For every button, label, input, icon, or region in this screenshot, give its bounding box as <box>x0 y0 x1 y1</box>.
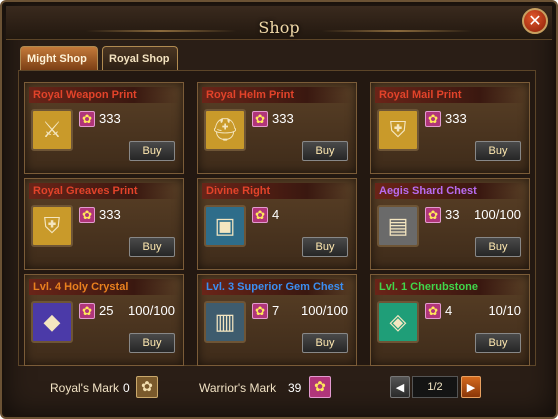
item-card: Lvl. 4 Holy Crystal ◆ ✿ 25 100/100 Buy <box>24 274 184 366</box>
warriors-mark-label: Warrior's Mark <box>199 381 277 395</box>
green-gem-icon[interactable]: ◈ <box>377 301 419 343</box>
item-name: Aegis Shard Chest <box>375 183 525 199</box>
warriors-mark-icon: ✿ <box>425 111 441 127</box>
item-stock: 100/100 <box>128 303 175 318</box>
royals-mark-value: 0 <box>123 381 130 395</box>
treasure-chest-icon[interactable]: ▣ <box>204 205 246 247</box>
warriors-mark-icon: ✿ <box>309 376 331 398</box>
warriors-mark-value: 39 <box>288 381 302 395</box>
item-card: Royal Helm Print ⛑ ✿ 333 Buy <box>197 82 357 174</box>
royals-mark-icon: ✿ <box>136 376 158 398</box>
tab-royal-shop[interactable]: Royal Shop <box>102 46 178 70</box>
warriors-mark-icon: ✿ <box>252 303 268 319</box>
item-card: Aegis Shard Chest ▤ ✿ 33 100/100 Buy <box>370 178 530 270</box>
item-name: Divine Right <box>202 183 352 199</box>
purple-crystal-icon[interactable]: ◆ <box>31 301 73 343</box>
page-indicator: 1/2 <box>412 376 458 398</box>
item-name: Lvl. 4 Holy Crystal <box>29 279 179 295</box>
item-cost: 333 <box>445 111 467 126</box>
item-name: Lvl. 3 Superior Gem Chest <box>202 279 352 295</box>
item-cost: 25 <box>99 303 114 318</box>
silver-chest-icon[interactable]: ▤ <box>377 205 419 247</box>
item-name: Royal Weapon Print <box>29 87 179 103</box>
item-stock: 10/10 <box>488 303 521 318</box>
buy-button[interactable]: Buy <box>302 141 348 161</box>
warriors-mark-icon: ✿ <box>79 111 95 127</box>
tab-might-shop[interactable]: Might Shop <box>20 46 98 70</box>
item-name: Lvl. 1 Cherubstone <box>375 279 525 295</box>
item-cost: 33 <box>445 207 460 222</box>
item-name: Royal Helm Print <box>202 87 352 103</box>
item-name: Royal Mail Print <box>375 87 525 103</box>
royals-mark-label: Royal's Mark <box>50 381 119 395</box>
item-cost: 4 <box>272 207 280 222</box>
close-icon: ✕ <box>528 11 542 30</box>
item-cost: 333 <box>99 111 121 126</box>
item-card: Lvl. 1 Cherubstone ◈ ✿ 4 10/10 Buy <box>370 274 530 366</box>
scroll-armor-icon[interactable]: ⛨ <box>377 109 419 151</box>
window-title: Shop <box>258 18 300 37</box>
gem-chest-icon[interactable]: ▥ <box>204 301 246 343</box>
scroll-greaves-icon[interactable]: ⛨ <box>31 205 73 247</box>
item-card: Lvl. 3 Superior Gem Chest ▥ ✿ 7 100/100 … <box>197 274 357 366</box>
chevron-right-icon: ▶ <box>466 380 476 394</box>
item-stock: 100/100 <box>301 303 348 318</box>
item-stock: 100/100 <box>474 207 521 222</box>
item-card: Royal Weapon Print ⚔ ✿ 333 Buy <box>24 82 184 174</box>
buy-button[interactable]: Buy <box>129 237 175 257</box>
buy-button[interactable]: Buy <box>302 333 348 353</box>
item-cost: 333 <box>99 207 121 222</box>
title-bar: Shop <box>6 6 552 40</box>
warriors-mark-icon: ✿ <box>79 303 95 319</box>
item-name: Royal Greaves Print <box>29 183 179 199</box>
chevron-left-icon: ◀ <box>395 380 405 394</box>
warriors-mark-icon: ✿ <box>79 207 95 223</box>
item-card: Royal Greaves Print ⛨ ✿ 333 Buy <box>24 178 184 270</box>
item-card: Royal Mail Print ⛨ ✿ 333 Buy <box>370 82 530 174</box>
warriors-mark-icon: ✿ <box>252 111 268 127</box>
buy-button[interactable]: Buy <box>475 237 521 257</box>
next-page-button[interactable]: ▶ <box>461 376 481 398</box>
buy-button[interactable]: Buy <box>475 141 521 161</box>
close-button[interactable]: ✕ <box>522 8 548 34</box>
item-cost: 333 <box>272 111 294 126</box>
warriors-mark-icon: ✿ <box>425 303 441 319</box>
warriors-mark-icon: ✿ <box>252 207 268 223</box>
buy-button[interactable]: Buy <box>129 333 175 353</box>
item-card: Divine Right ▣ ✿ 4 Buy <box>197 178 357 270</box>
scroll-sword-icon[interactable]: ⚔ <box>31 109 73 151</box>
tab-label: Royal Shop <box>109 52 170 65</box>
buy-button[interactable]: Buy <box>475 333 521 353</box>
buy-button[interactable]: Buy <box>302 237 348 257</box>
prev-page-button[interactable]: ◀ <box>390 376 410 398</box>
tab-label: Might Shop <box>27 52 87 65</box>
item-cost: 4 <box>445 303 453 318</box>
item-cost: 7 <box>272 303 280 318</box>
scroll-helm-icon[interactable]: ⛑ <box>204 109 246 151</box>
warriors-mark-icon: ✿ <box>425 207 441 223</box>
buy-button[interactable]: Buy <box>129 141 175 161</box>
